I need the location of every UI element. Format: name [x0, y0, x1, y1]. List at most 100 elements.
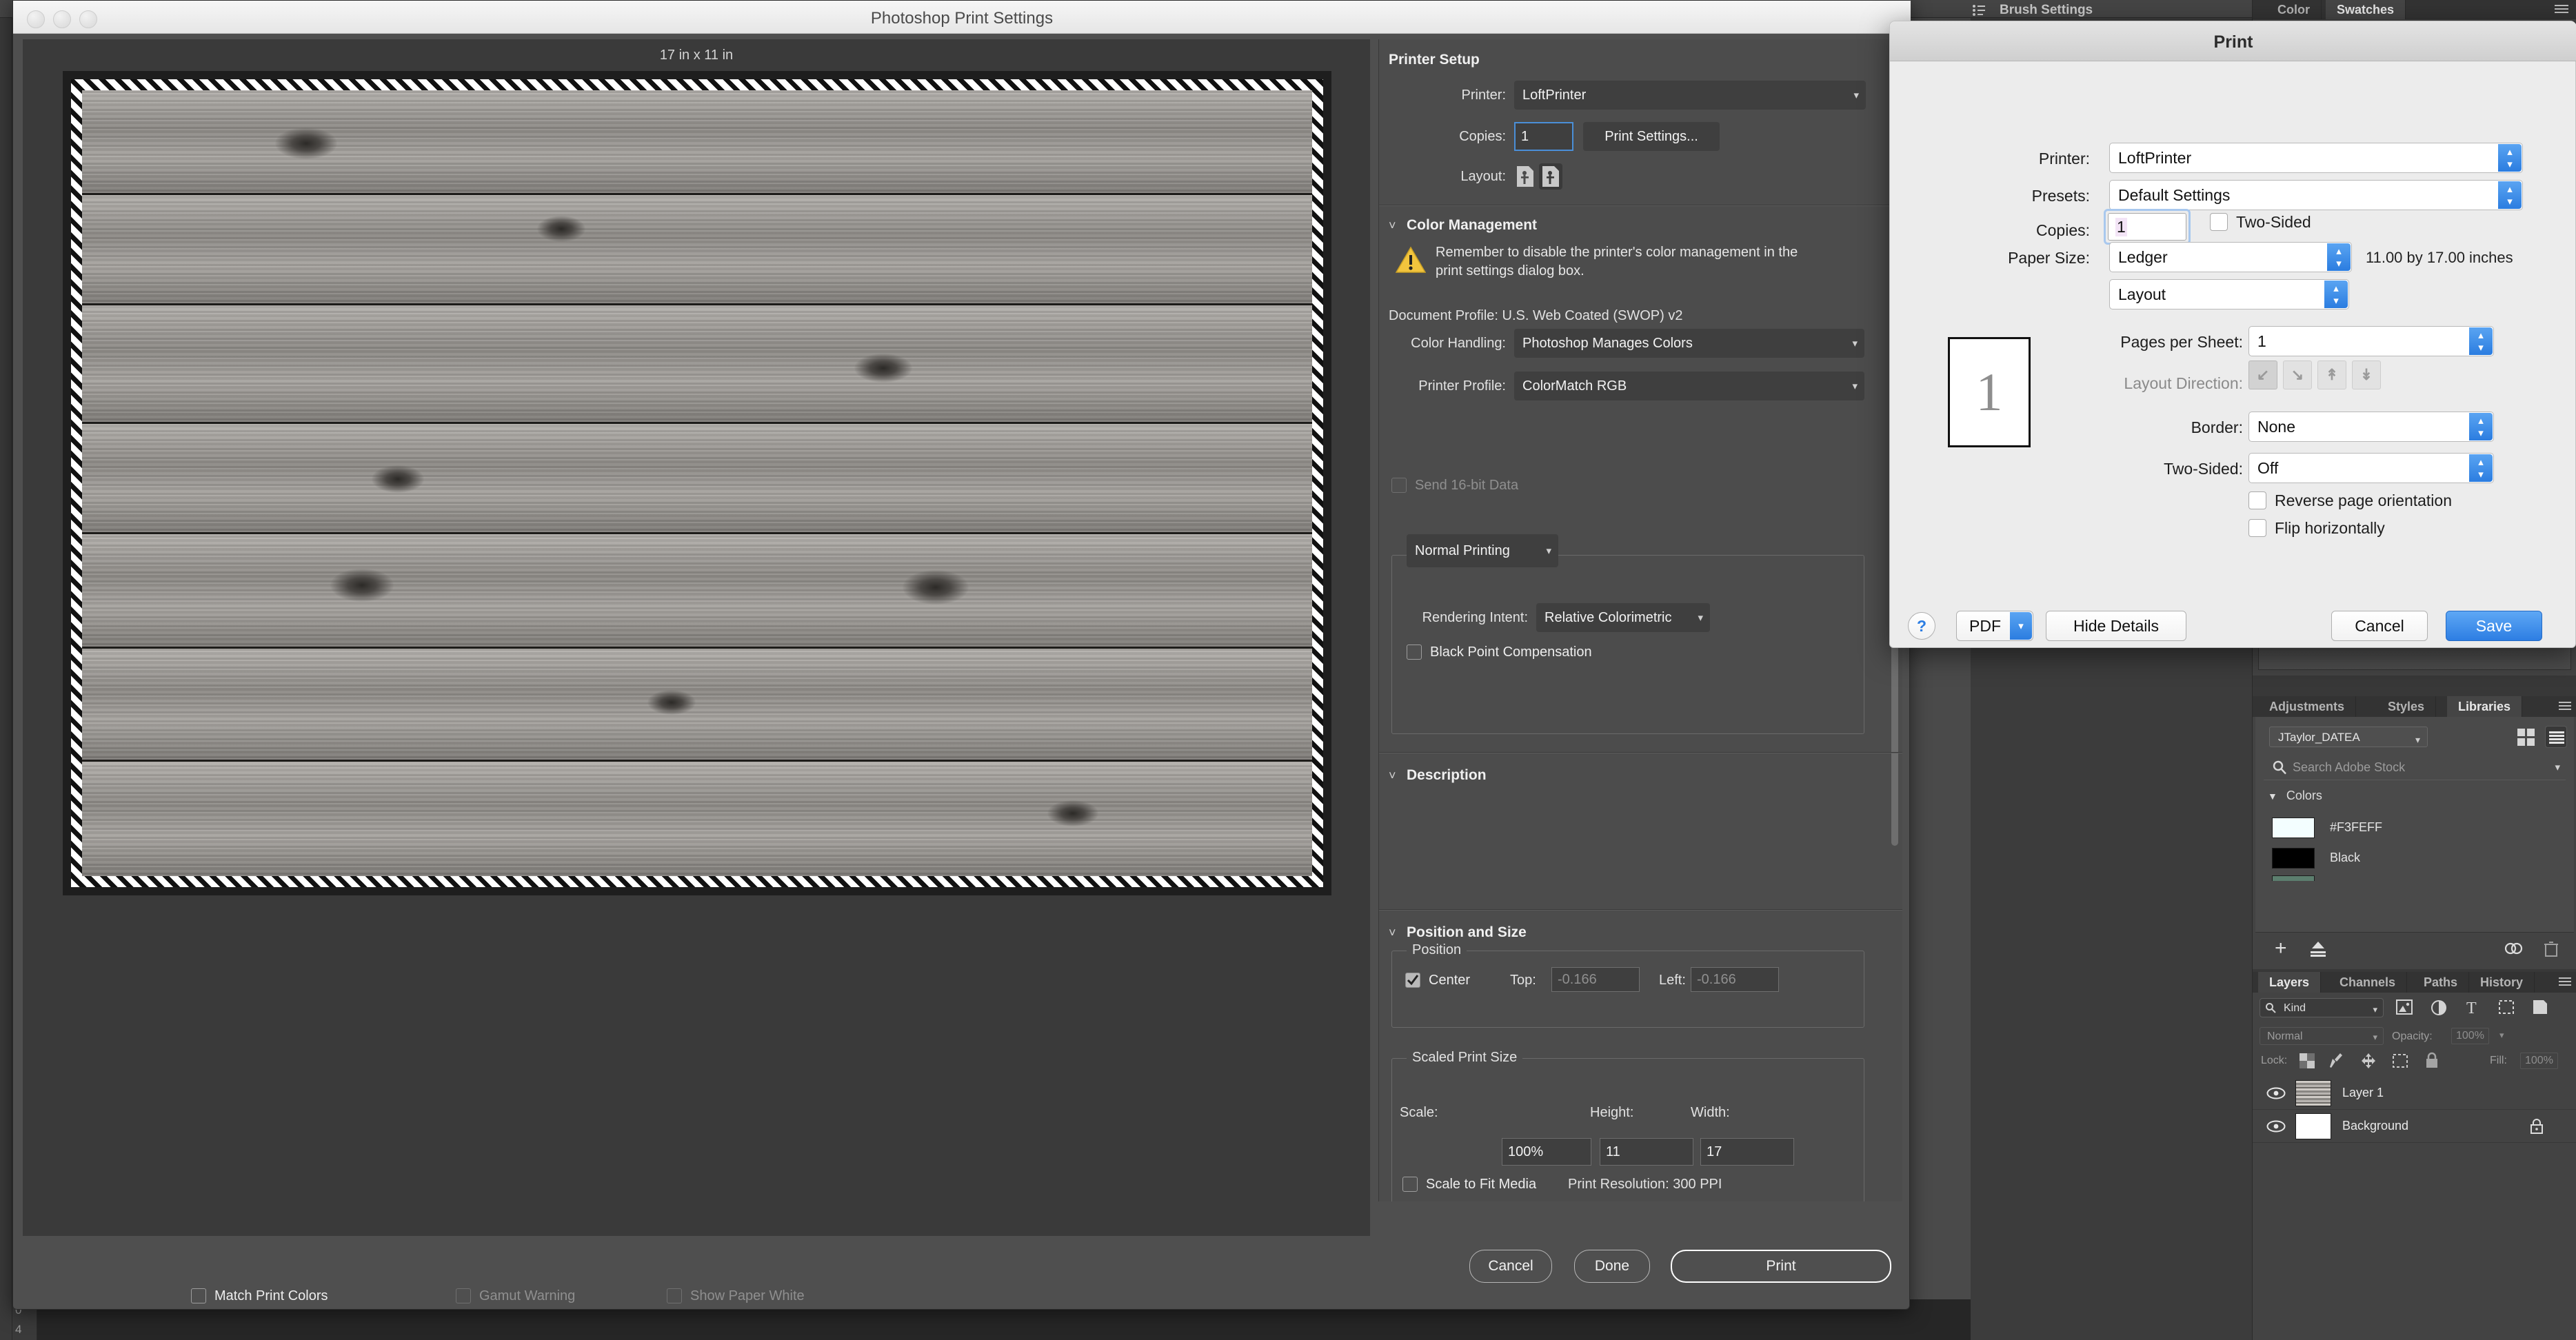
rendering-intent-select[interactable]: Relative Colorimetric ▾: [1536, 603, 1710, 632]
center-checkbox[interactable]: [1405, 973, 1420, 988]
pdf-button[interactable]: PDF ▾: [1956, 611, 2033, 641]
layer-visibility-icon[interactable]: [2266, 1087, 2286, 1103]
adobe-stock-search[interactable]: Search Adobe Stock ▾: [2264, 757, 2566, 780]
scale-input[interactable]: 100%: [1502, 1138, 1591, 1166]
two-sided-checkbox[interactable]: [2210, 213, 2228, 231]
stepper-icon[interactable]: ▴ ▾: [2327, 243, 2351, 271]
lock-image-pixels-icon[interactable]: [2328, 1052, 2344, 1072]
mac-presets-select[interactable]: Default Settings ▴ ▾: [2109, 180, 2523, 210]
flip-horizontally-checkbox[interactable]: [2248, 519, 2266, 537]
reverse-page-orientation-checkbox[interactable]: [2248, 491, 2266, 509]
chevron-down-icon[interactable]: ▾: [2010, 612, 2032, 640]
stepper-icon[interactable]: ▴ ▾: [2324, 281, 2348, 308]
opacity-value[interactable]: 100%: [2451, 1028, 2489, 1044]
upload-icon[interactable]: [2309, 941, 2327, 961]
layout-direction-left-then-down-icon[interactable]: ↘: [2283, 361, 2312, 389]
libraries-colors-group[interactable]: ▼ Colors: [2268, 789, 2322, 803]
mac-printer-select[interactable]: LoftPrinter ▴ ▾: [2109, 143, 2523, 173]
scale-to-fit-media-checkbox[interactable]: [1402, 1177, 1418, 1192]
list-item[interactable]: Black: [2272, 845, 2562, 871]
print-button[interactable]: Print: [1671, 1250, 1891, 1283]
tab-adjustments[interactable]: Adjustments: [2258, 696, 2357, 717]
chevron-down-icon[interactable]: ▾: [2499, 1030, 2504, 1041]
delete-icon[interactable]: [2544, 941, 2559, 961]
color-swatch-chip-partial[interactable]: [2272, 875, 2315, 881]
print-mode-select[interactable]: Normal Printing ▾: [1407, 534, 1558, 567]
list-view-icon[interactable]: [2545, 726, 2567, 748]
tab-swatches[interactable]: Swatches: [2326, 0, 2406, 19]
copies-input[interactable]: 1: [1514, 122, 1573, 151]
list-item[interactable]: #F3FEFF: [2272, 815, 2562, 841]
black-point-compensation-checkbox[interactable]: [1407, 644, 1422, 660]
lock-position-icon[interactable]: [2360, 1053, 2377, 1072]
lock-artboard-icon[interactable]: [2392, 1053, 2408, 1072]
filter-image-icon[interactable]: [2396, 999, 2413, 1018]
layer-name[interactable]: Layer 1: [2342, 1086, 2384, 1100]
printer-profile-select[interactable]: ColorMatch RGB ▾: [1514, 372, 1864, 400]
width-input[interactable]: 17: [1700, 1138, 1794, 1166]
filter-shape-icon[interactable]: [2498, 999, 2515, 1018]
layers-menu-icon[interactable]: [2559, 977, 2571, 991]
position-and-size-disclosure[interactable]: ˅: [1389, 926, 1396, 940]
color-handling-select[interactable]: Photoshop Manages Colors ▾: [1514, 329, 1864, 358]
hide-details-button[interactable]: Hide Details: [2046, 611, 2186, 641]
color-management-disclosure[interactable]: ˅: [1389, 219, 1396, 233]
done-button[interactable]: Done: [1574, 1250, 1650, 1283]
tab-layers[interactable]: Layers: [2258, 972, 2322, 993]
layer-thumbnail[interactable]: [2295, 1113, 2331, 1139]
filter-type-icon[interactable]: T: [2466, 999, 2477, 1018]
save-button[interactable]: Save: [2446, 611, 2542, 641]
stepper-icon[interactable]: ▴ ▾: [2469, 413, 2493, 440]
portrait-layout-icon[interactable]: [1517, 166, 1533, 187]
blend-mode-select[interactable]: Normal ▾: [2260, 1027, 2384, 1045]
filter-smart-object-icon[interactable]: [2533, 999, 2548, 1018]
tab-styles[interactable]: Styles: [2377, 696, 2437, 717]
two-sided-select[interactable]: Off ▴ ▾: [2248, 453, 2494, 483]
help-button[interactable]: ?: [1908, 612, 1935, 640]
border-select[interactable]: None ▴ ▾: [2248, 412, 2494, 442]
brush-settings-tab[interactable]: Brush Settings: [2000, 3, 2093, 18]
filter-adjustment-icon[interactable]: [2431, 999, 2447, 1019]
table-row[interactable]: Background: [2253, 1110, 2576, 1143]
layout-direction-down-then-right-icon[interactable]: ↟: [2317, 361, 2346, 389]
fill-value[interactable]: 100%: [2520, 1053, 2558, 1069]
creative-cloud-icon[interactable]: [2504, 941, 2524, 960]
tab-paths[interactable]: Paths: [2413, 972, 2470, 993]
add-item-icon[interactable]: +: [2275, 938, 2287, 959]
cancel-button[interactable]: Cancel: [2331, 611, 2428, 641]
mac-copies-input[interactable]: 1: [2108, 213, 2186, 241]
layer-thumbnail[interactable]: [2295, 1080, 2331, 1106]
tools-panel-strip[interactable]: [0, 18, 12, 1340]
description-disclosure[interactable]: ˅: [1389, 769, 1396, 783]
print-settings-button[interactable]: Print Settings...: [1583, 122, 1720, 151]
cancel-button[interactable]: Cancel: [1469, 1250, 1552, 1283]
layer-name[interactable]: Background: [2342, 1119, 2408, 1133]
print-preview-pane[interactable]: 17 in x 11 in Match Print Colors Gamut W…: [23, 39, 1370, 1303]
panel-menu-icon[interactable]: [2555, 4, 2568, 19]
landscape-layout-icon[interactable]: [1539, 163, 1562, 190]
stepper-icon[interactable]: ▴ ▾: [2469, 454, 2493, 482]
pages-per-sheet-select[interactable]: 1 ▴ ▾: [2248, 326, 2494, 356]
library-select[interactable]: JTaylor_DATEA ▾: [2269, 727, 2428, 747]
printer-select[interactable]: LoftPrinter ▾: [1514, 81, 1866, 110]
stepper-icon[interactable]: ▴ ▾: [2498, 144, 2522, 172]
stepper-icon[interactable]: ▴ ▾: [2498, 181, 2522, 209]
layer-filter-kind-select[interactable]: Kind ▾: [2260, 998, 2384, 1017]
tab-libraries[interactable]: Libraries: [2447, 696, 2523, 717]
libraries-menu-icon[interactable]: [2559, 701, 2571, 715]
mac-pane-select[interactable]: Layout ▴ ▾: [2109, 279, 2349, 309]
chevron-down-icon[interactable]: ▾: [2555, 761, 2560, 773]
tab-channels[interactable]: Channels: [2328, 972, 2408, 993]
layout-direction-right-then-down-icon[interactable]: ↙: [2248, 361, 2277, 389]
lock-transparency-icon[interactable]: [2300, 1053, 2315, 1072]
description-body[interactable]: [1391, 793, 1864, 890]
match-print-colors-checkbox[interactable]: [191, 1288, 206, 1303]
layer-visibility-icon[interactable]: [2266, 1120, 2286, 1136]
tab-color[interactable]: Color: [2266, 0, 2322, 19]
color-swatch-chip[interactable]: [2272, 818, 2315, 838]
tab-history[interactable]: History: [2469, 972, 2535, 993]
layout-direction-down-then-left-icon[interactable]: ↡: [2352, 361, 2381, 389]
height-input[interactable]: 11: [1600, 1138, 1693, 1166]
grid-view-icon[interactable]: [2517, 729, 2535, 746]
stepper-icon[interactable]: ▴ ▾: [2469, 327, 2493, 355]
